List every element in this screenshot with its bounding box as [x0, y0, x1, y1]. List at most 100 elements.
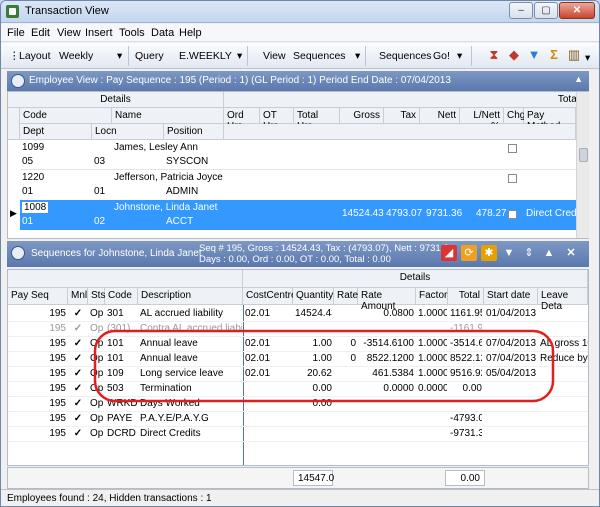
col-code[interactable]: Code [20, 108, 112, 124]
go-dropdown-icon[interactable]: ▾ [457, 50, 462, 62]
annotation-highlight [93, 329, 555, 403]
menu-help[interactable]: Help [179, 27, 202, 39]
menu-insert[interactable]: Insert [85, 27, 113, 39]
sum-icon[interactable]: Σ [547, 48, 561, 62]
cell-mnl[interactable]: ✓ [70, 323, 86, 334]
query-select[interactable]: E.WEEKLY [179, 50, 232, 62]
cell-code: DCRD [107, 428, 136, 439]
col-ord-hrs[interactable]: Ord Hrs [224, 108, 260, 132]
query-dropdown-icon[interactable]: ▾ [237, 50, 242, 62]
minimize-button[interactable]: – [509, 2, 533, 19]
col-leave-details[interactable]: Leave Deta [538, 288, 588, 312]
expand-icon[interactable]: ◆ [507, 48, 521, 62]
row2-dept: 01 [22, 186, 34, 197]
col-chg[interactable]: Chg [504, 108, 525, 124]
chart-icon[interactable]: ▥ [567, 48, 581, 62]
move-down-icon[interactable]: ⇕ [521, 245, 537, 261]
scrollbar-thumb[interactable] [579, 148, 588, 162]
delete-icon[interactable]: ◢ [441, 245, 457, 261]
col-pay-seq[interactable]: Pay Seq [8, 288, 68, 305]
table-row[interactable]: 195 ✓ OpPAYE P.A.Y.E/P.A.Y.G -4793.07 [8, 412, 588, 427]
cell-mnl[interactable]: ✓ [70, 308, 86, 319]
cell-seq: 195 [49, 308, 66, 319]
refresh-icon[interactable]: ⟳ [461, 245, 477, 261]
layout-dropdown-icon[interactable]: ▾ [117, 50, 122, 62]
col-pay-method[interactable]: Pay Method [524, 108, 576, 132]
row3-chg-checkbox[interactable] [508, 210, 517, 219]
cell-seq: 195 [49, 398, 66, 409]
view-dropdown-icon[interactable]: ▾ [355, 50, 360, 62]
cell-mnl[interactable]: ✓ [70, 428, 86, 439]
col-locn[interactable]: Locn [92, 124, 164, 140]
go-button[interactable]: Go! [433, 50, 450, 62]
sequences-title: Sequences for Johnstone, Linda Janet [31, 248, 202, 259]
view-label: View [263, 50, 286, 62]
row1-chg-checkbox[interactable] [508, 144, 517, 153]
sort-icon[interactable]: ⧗ [487, 48, 501, 62]
toolbar-overflow-icon[interactable]: ▾ [585, 52, 590, 64]
employee-grid: Details Totals Code Name Dept Locn Posit… [7, 91, 589, 239]
toolbar-separator [365, 46, 366, 66]
cell-mnl[interactable]: ✓ [70, 413, 86, 424]
close-button[interactable]: ✕ [559, 2, 595, 19]
col-ot-hrs[interactable]: OT Hrs [260, 108, 294, 132]
col-rate[interactable]: Rate [334, 288, 358, 305]
row3-dept: 01 [22, 216, 34, 227]
status-text: Employees found : 24, Hidden transaction… [7, 493, 212, 504]
row1-position: SYSCON [166, 156, 209, 167]
menu-file[interactable]: File [7, 27, 25, 39]
cell-mnl[interactable]: ✓ [70, 383, 86, 394]
col-gross[interactable]: Gross [340, 108, 384, 124]
col-mnl[interactable]: Mnl [68, 288, 88, 305]
cell-mnl[interactable]: ✓ [70, 353, 86, 364]
row2-name: Jefferson, Patricia Joyce [114, 172, 223, 183]
col-lnett[interactable]: L/Nett % [460, 108, 504, 132]
totals-group-header: Totals [224, 92, 588, 108]
menu-tools[interactable]: Tools [119, 27, 145, 39]
app-icon [6, 5, 19, 18]
col-total[interactable]: Total [448, 288, 484, 305]
col-dept[interactable]: Dept [20, 124, 92, 140]
filter-icon[interactable]: ▼ [527, 48, 541, 62]
col-name[interactable]: Name [112, 108, 224, 124]
row3-locn: 02 [94, 216, 106, 227]
cell-mnl[interactable]: ✓ [70, 398, 86, 409]
settings-icon[interactable]: ✱ [481, 245, 497, 261]
maximize-button[interactable]: ▢ [534, 2, 558, 19]
col-start-date[interactable]: Start date [484, 288, 538, 305]
move-bottom-icon[interactable]: ▼ [501, 245, 517, 261]
col-rate-amount[interactable]: Rate Amount [358, 288, 416, 312]
col-nett[interactable]: Nett [420, 108, 460, 124]
table-row[interactable]: 195 ✓ OpDCRD Direct Credits -9731.36 [8, 427, 588, 442]
cell-mnl[interactable]: ✓ [70, 368, 86, 379]
col-tax[interactable]: Tax [384, 108, 420, 124]
cell-mnl[interactable]: ✓ [70, 338, 86, 349]
row2-chg-checkbox[interactable] [508, 174, 517, 183]
sequences-header: Sequences for Johnstone, Linda Janet Seq… [7, 241, 589, 267]
cell-code: 301 [107, 308, 124, 319]
status-bar: Employees found : 24, Hidden transaction… [1, 489, 599, 506]
layout-select[interactable]: Weekly [59, 50, 93, 62]
move-up-icon[interactable]: ▲ [541, 245, 557, 261]
col-factor[interactable]: Factor [416, 288, 448, 305]
col-costcentre[interactable]: CostCentre [243, 288, 297, 305]
menu-view[interactable]: View [57, 27, 81, 39]
col-position[interactable]: Position [164, 124, 224, 140]
menu-data[interactable]: Data [151, 27, 174, 39]
col-quantity[interactable]: Quantity [293, 288, 334, 305]
row3-code: 1008 [22, 202, 49, 213]
menu-edit[interactable]: Edit [31, 27, 50, 39]
table-row[interactable]: 195 ✓ Op 301 AL accrued liability 02.01 14524.… [8, 307, 588, 322]
row3-pay-method: Direct Credit [526, 208, 582, 219]
col-code[interactable]: Code [105, 288, 138, 305]
view-select[interactable]: Sequences [293, 50, 346, 62]
employee-grid-scrollbar[interactable] [576, 92, 589, 238]
cell-amt: 0.0800 [383, 308, 414, 319]
close-panel-icon[interactable]: ✕ [563, 245, 579, 261]
row3-tax: 4793.07 [386, 208, 423, 219]
col-description[interactable]: Description [138, 288, 243, 305]
col-total-hrs[interactable]: Total Hrs [294, 108, 340, 132]
collapse-icon[interactable]: ▲ [574, 74, 583, 84]
employee-view-header: Employee View : Pay Sequence : 195 (Peri… [7, 71, 589, 91]
col-sts[interactable]: Sts [88, 288, 105, 305]
